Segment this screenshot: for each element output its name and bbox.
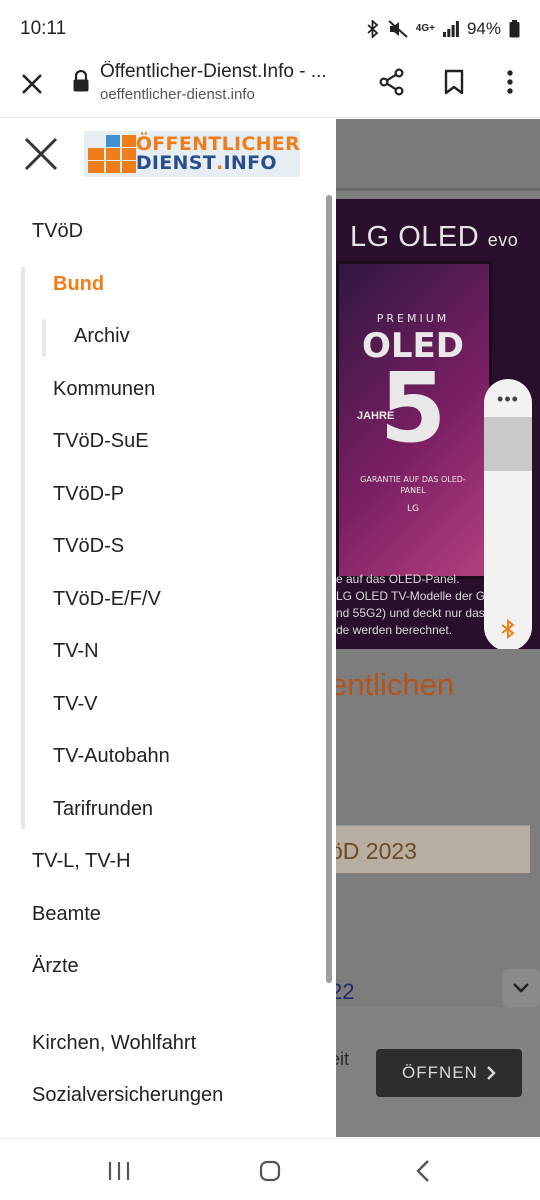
drawer-scrollbar[interactable]: [326, 195, 332, 983]
logo-wordmark: ÖFFENTLICHER DIENST.INFO: [135, 133, 300, 174]
more-horiz-icon: •••: [497, 389, 519, 409]
home-button[interactable]: [252, 1153, 288, 1189]
nav-item-bund[interactable]: Bund: [53, 273, 104, 296]
expand-button[interactable]: [502, 969, 540, 1007]
background-link[interactable]: 22: [336, 979, 354, 1005]
ad-years-number: 5: [379, 352, 447, 464]
edge-panel-handle[interactable]: •••: [484, 379, 532, 649]
mute-icon: [388, 20, 408, 38]
background-page-overlay[interactable]: LG OLED evo PREMIUM OLED 5 JAHRE GARANTI…: [336, 119, 540, 1137]
share-button[interactable]: [374, 64, 410, 100]
nav-item-kommunen[interactable]: Kommunen: [53, 378, 155, 401]
nav-item-tvoed-sue[interactable]: TVöD-SuE: [53, 430, 149, 453]
bluetooth-icon: [366, 20, 380, 38]
app-banner: eit ÖFFNEN: [336, 1007, 540, 1137]
status-bar: 10:11 4G+ 94%: [0, 0, 540, 58]
ad-lg-mark: LG: [407, 504, 419, 514]
status-icons: 4G+ 94%: [366, 19, 520, 39]
ad-premium: PREMIUM: [376, 312, 450, 325]
nav-item-archiv[interactable]: Archiv: [74, 325, 130, 348]
page-url[interactable]: oeffentlicher-dienst.info: [100, 86, 255, 103]
nav-item-tvoed-efv[interactable]: TVöD-E/F/V: [53, 588, 161, 611]
bookmark-icon: [444, 69, 464, 95]
ad-brand: LG OLED evo: [350, 221, 519, 253]
ad-guarantee: GARANTIE AUF DAS OLED-PANEL: [360, 475, 466, 495]
navigation-drawer: ÖFFENTLICHER DIENST.INFO TVöD Bund Archi…: [0, 119, 336, 1137]
open-button[interactable]: ÖFFNEN: [376, 1049, 522, 1097]
submenu-indent-line: [42, 319, 46, 357]
background-heading: entlichen: [336, 667, 455, 702]
open-button-label: ÖFFNEN: [402, 1063, 478, 1082]
advertisement[interactable]: LG OLED evo PREMIUM OLED 5 JAHRE GARANTI…: [336, 199, 540, 649]
lock-icon: [72, 69, 90, 92]
nav-item-tarifrunden[interactable]: Tarifrunden: [53, 798, 153, 821]
edge-panel-slot: [484, 417, 532, 471]
background-header: [336, 119, 540, 191]
close-icon: [24, 137, 58, 171]
close-menu-button[interactable]: [22, 135, 60, 173]
recent-apps-icon: [108, 1162, 130, 1180]
bookmark-button[interactable]: [436, 64, 472, 100]
nav-item-tv-l-tv-h[interactable]: TV-L, TV-H: [32, 850, 131, 873]
close-icon: [22, 74, 42, 94]
browser-toolbar: Öffentlicher-Dienst.Info - ... oeffentli…: [0, 58, 540, 118]
ad-years-word: JAHRE: [357, 410, 395, 422]
network-type: 4G+: [415, 23, 435, 34]
signal-icon: [442, 21, 459, 37]
more-options-button[interactable]: [492, 64, 528, 100]
nav-item-beamte[interactable]: Beamte: [32, 903, 101, 926]
nav-item-tv-v[interactable]: TV-V: [53, 693, 97, 716]
logo-mark: [86, 134, 136, 174]
battery-icon: [509, 20, 520, 38]
page-title[interactable]: Öffentlicher-Dienst.Info - ...: [100, 61, 360, 83]
nav-item-tv-autobahn[interactable]: TV-Autobahn: [53, 745, 170, 768]
close-tab-button[interactable]: [14, 66, 50, 102]
home-icon: [259, 1160, 281, 1182]
status-time: 10:11: [20, 18, 67, 39]
nav-item-sozialversicherungen[interactable]: Sozialversicherungen: [32, 1084, 223, 1107]
nav-item-kirchen-wohlfahrt[interactable]: Kirchen, Wohlfahrt: [32, 1032, 196, 1055]
recent-apps-button[interactable]: [101, 1153, 137, 1189]
more-vert-icon: [507, 70, 513, 94]
nav-item-tvoed[interactable]: TVöD: [32, 220, 83, 243]
nav-item-tvoed-p[interactable]: TVöD-P: [53, 483, 124, 506]
ad-tv-image: PREMIUM OLED 5 JAHRE GARANTIE AUF DAS OL…: [336, 261, 492, 579]
system-navigation-bar: [0, 1138, 540, 1200]
back-button[interactable]: [405, 1153, 441, 1189]
submenu-indent-line: [21, 267, 25, 829]
background-info-box-text: öD 2023: [336, 838, 417, 864]
background-info-box[interactable]: öD 2023: [336, 825, 530, 873]
chevron-down-icon: [513, 983, 529, 993]
app-banner-text: eit: [336, 1049, 350, 1069]
nav-item-tv-n[interactable]: TV-N: [53, 640, 99, 663]
site-logo[interactable]: ÖFFENTLICHER DIENST.INFO: [84, 131, 300, 177]
battery-percent: 94%: [466, 19, 501, 38]
chevron-right-icon: [487, 1066, 496, 1080]
share-icon: [379, 68, 404, 96]
bluetooth-icon: [496, 617, 520, 641]
back-icon: [416, 1160, 429, 1182]
nav-item-tvoed-s[interactable]: TVöD-S: [53, 535, 124, 558]
nav-item-aerzte[interactable]: Ärzte: [32, 955, 79, 978]
